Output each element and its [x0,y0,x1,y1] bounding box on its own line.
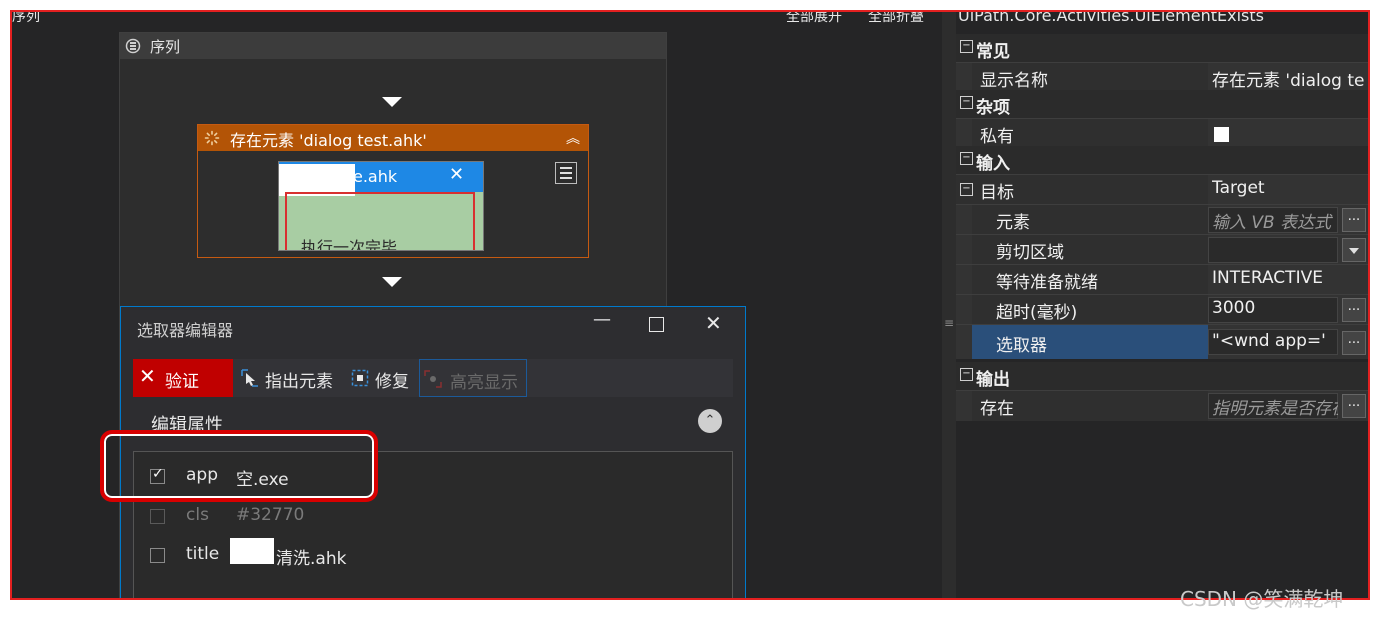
drop-arrow-icon[interactable] [382,277,402,287]
category-input[interactable]: − 输入 [956,146,1368,174]
category-label: 输入 [976,154,1010,174]
attribute-value[interactable]: #32770 [236,505,304,525]
ellipsis-button[interactable]: ... [1342,208,1366,232]
private-checkbox[interactable] [1214,127,1229,142]
watermark: CSDN @笑满乾坤 [1180,587,1344,611]
dropdown-arrow-icon[interactable] [1342,238,1366,262]
highlight-button[interactable]: 高亮显示 [419,359,527,397]
collapse-all-link[interactable]: 全部折叠 [868,12,924,26]
exists-input-placeholder: 指明元素是否存在 [1212,399,1338,419]
property-exists[interactable]: 存在 指明元素是否存在 ... [956,390,1368,421]
validate-button[interactable]: ✕ 验证 [133,359,233,397]
category-label: 输出 [976,370,1010,390]
property-label: 超时(毫秒) [996,303,1078,323]
repair-button[interactable]: 修复 [347,359,415,397]
ellipsis-button[interactable]: ... [1342,298,1366,322]
attribute-checkbox-cls[interactable] [150,509,165,524]
redaction-mask [230,538,274,564]
ellipsis-button[interactable]: ... [1342,394,1366,418]
attribute-row-cls: cls #32770 [134,498,732,538]
clipping-region-input[interactable] [1208,237,1338,263]
collapse-toggle-icon[interactable]: − [960,96,973,109]
repair-icon [351,369,369,387]
expand-all-link[interactable]: 全部展开 [786,12,842,26]
category-output[interactable]: − 输出 [956,362,1368,390]
property-value: 3000 [1212,298,1256,318]
property-private[interactable]: 私有 [956,118,1368,149]
activity-type-name: UiPath.Core.Activities.UiElementExists [958,12,1264,25]
property-label: 存在 [980,399,1014,419]
property-value[interactable]: 存在元素 'dialog te [1212,66,1364,91]
attribute-row-title: title 清洗.ahk [134,537,732,577]
designer-title: 序列 [12,12,40,25]
category-label: 杂项 [976,98,1010,118]
element-exists-activity[interactable]: 存在元素 'dialog test.ahk' ︽ e.ahk ✕ 执行一次完毕 [197,124,589,258]
element-screenshot: e.ahk ✕ 执行一次完毕 [278,161,484,251]
activity-spinner-icon [204,130,220,146]
app-window: 序列 全部展开 全部折叠 序列 存在元素 'dialog test.ahk' ︽… [10,10,1370,600]
selector-toolbar: ✕ 验证 指出元素 修复 高亮显示 [133,359,733,397]
attribute-name: title [186,544,220,564]
category-misc[interactable]: − 杂项 [956,90,1368,118]
sequence-title: 序列 [150,38,181,56]
attribute-value[interactable]: 清洗.ahk [276,544,346,569]
designer-toolbar: 序列 全部展开 全部折叠 [12,12,942,32]
property-label: 等待准备就绪 [996,273,1098,293]
collapse-toggle-icon[interactable]: − [960,183,973,196]
indicate-element-button[interactable]: 指出元素 [237,359,343,397]
property-wait-for-ready[interactable]: 等待准备就绪 INTERACTIVE [956,264,1368,295]
property-value: Target [1212,178,1265,198]
attribute-checkbox-title[interactable] [150,548,165,563]
screenshot-window-title: e.ahk [353,167,398,186]
property-label: 剪切区域 [996,243,1064,263]
property-value[interactable]: INTERACTIVE [1212,268,1364,288]
drop-arrow-icon[interactable] [382,97,402,107]
ellipsis-button[interactable]: ... [1342,331,1366,355]
activity-header[interactable]: 存在元素 'dialog test.ahk' ︽ [198,125,588,151]
attribute-name: cls [186,505,209,525]
grip-icon: ≡ [944,316,955,330]
close-icon[interactable]: ✕ [705,311,722,335]
property-selector[interactable]: 选取器 "<wnd app=' ... [956,324,1368,359]
hamburger-menu-icon[interactable] [555,162,577,184]
collapse-toggle-icon[interactable]: − [960,152,973,165]
designer-panel: 序列 全部展开 全部折叠 序列 存在元素 'dialog test.ahk' ︽… [12,12,942,598]
indicate-label: 指出元素 [265,372,333,392]
element-input-placeholder: 输入 VB 表达式 [1212,213,1332,233]
screenshot-body-text: 执行一次完毕 [301,238,398,251]
property-label: 目标 [980,183,1014,203]
close-icon: ✕ [449,164,465,185]
activity-title: 存在元素 'dialog test.ahk' [230,131,427,150]
sequence-header[interactable]: 序列 [120,33,666,59]
property-label: 私有 [980,127,1014,147]
highlight-label: 高亮显示 [450,373,518,393]
highlight-icon [424,370,442,388]
property-timeout[interactable]: 超时(毫秒) 3000 ... [956,294,1368,325]
property-element[interactable]: 元素 输入 VB 表达式 ... [956,204,1368,235]
chevron-up-icon[interactable]: ⌃ [698,409,722,433]
pointer-target-icon [241,369,258,387]
property-clipping-region[interactable]: 剪切区域 [956,234,1368,265]
property-label: 选取器 [996,336,1047,356]
property-label: 元素 [996,213,1030,233]
collapse-toggle-icon[interactable]: − [960,368,973,381]
collapse-toggle-icon[interactable]: − [960,40,973,53]
property-label: 显示名称 [980,71,1048,91]
property-display-name[interactable]: 显示名称 存在元素 'dialog te [956,62,1368,93]
dialog-title: 选取器编辑器 [137,321,234,340]
sequence-icon [125,38,141,54]
properties-panel: UiPath.Core.Activities.UiElementExists −… [956,12,1368,598]
property-target[interactable]: − 目标 Target [956,174,1368,205]
double-chevron-up-icon[interactable]: ︽ [566,128,580,148]
category-label: 常见 [976,42,1010,62]
x-icon: ✕ [139,364,156,388]
validate-label: 验证 [165,372,199,392]
category-common[interactable]: − 常见 [956,34,1368,62]
repair-label: 修复 [375,372,409,392]
maximize-icon[interactable] [649,317,664,332]
minimize-icon[interactable]: — [593,309,611,330]
property-value: "<wnd app=' [1212,331,1326,351]
annotation-highlight-box [100,430,378,502]
panel-splitter[interactable]: ≡ [942,12,956,598]
